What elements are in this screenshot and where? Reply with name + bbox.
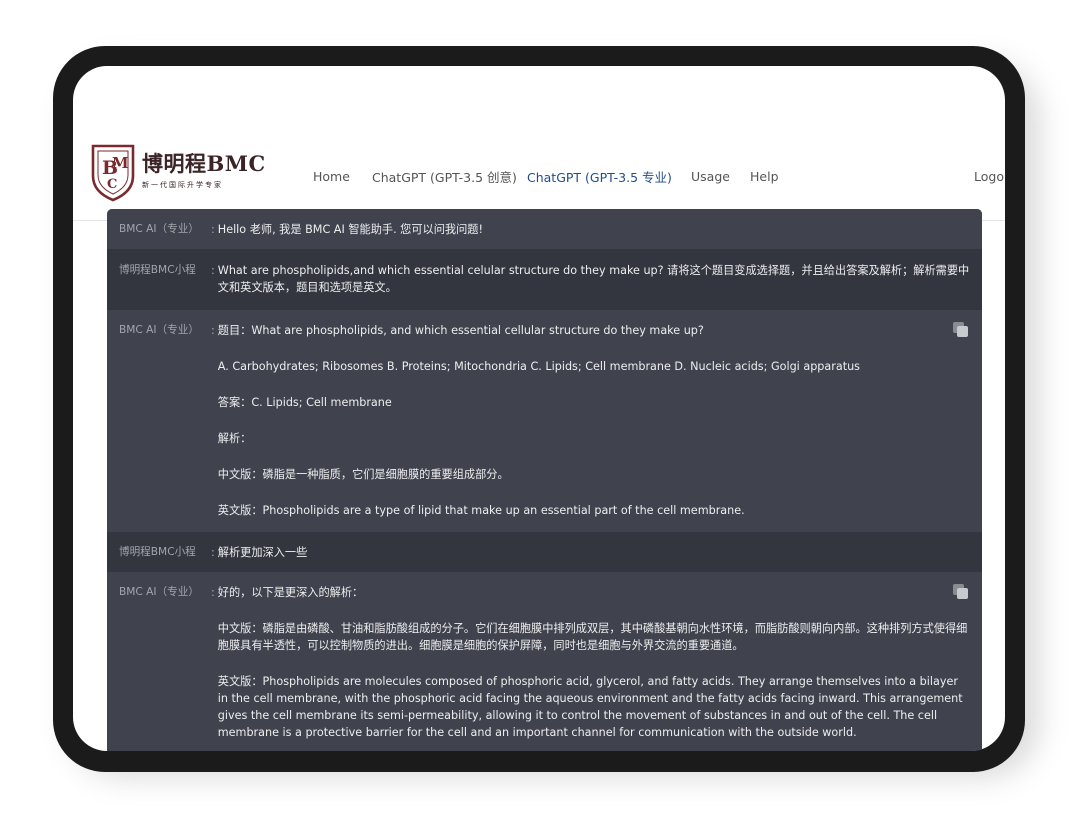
logo-title: 博明程BMC <box>142 151 266 176</box>
message-text: Hello 老师, 我是 BMC AI 智能助手. 您可以问我问题! <box>217 222 483 236</box>
nav-help[interactable]: Help <box>750 132 779 220</box>
chat-message-ai: BMC AI（专业） : Hello 老师, 我是 BMC AI 智能助手. 您… <box>107 209 982 249</box>
logo-wordmark[interactable]: 博明程BMC 新一代国际升学专家 <box>142 148 266 190</box>
user-speaker-label: 博明程BMC小程 <box>119 545 196 558</box>
nav-chatgpt-pro[interactable]: ChatGPT (GPT-3.5 专业) <box>527 132 672 220</box>
nav-usage[interactable]: Usage <box>691 132 730 220</box>
question-text: 题目：What are phospholipids, and which ess… <box>217 324 704 337</box>
message-text: What are phospholipids,and which essenti… <box>217 264 970 294</box>
copy-icon[interactable] <box>953 584 968 599</box>
svg-text:C: C <box>107 177 117 192</box>
svg-text:M: M <box>112 154 129 172</box>
analysis-zh: 中文版：磷脂是一种脂质，它们是细胞膜的重要组成部分。 <box>217 468 509 481</box>
nav-home[interactable]: Home <box>313 132 350 220</box>
reply-intro: 好的，以下是更深入的解析： <box>217 586 364 599</box>
chat-message-user: 博明程BMC小程 : 解析更加深入一些 <box>107 532 982 572</box>
answer-text: 答案：C. Lipids; Cell membrane <box>217 396 392 409</box>
nav-logout[interactable]: Logout <box>974 132 1005 220</box>
ai-speaker-label: BMC AI（专业） <box>119 222 199 235</box>
analysis-label: 解析： <box>217 432 252 445</box>
analysis-en: 英文版：Phospholipids are a type of lipid th… <box>217 504 745 517</box>
tablet-frame: B M C 博明程BMC 新一代国际升学专家 Home ChatGPT (GPT… <box>53 46 1025 772</box>
nav-chatgpt-creative[interactable]: ChatGPT (GPT-3.5 创意) <box>372 132 517 220</box>
ai-speaker-label: BMC AI（专业） <box>119 586 199 598</box>
tablet-screen: B M C 博明程BMC 新一代国际升学专家 Home ChatGPT (GPT… <box>73 66 1005 751</box>
copy-icon[interactable] <box>953 322 968 337</box>
message-text: 解析更加深入一些 <box>217 545 308 559</box>
message-body: 题目：What are phospholipids, and which ess… <box>218 322 970 532</box>
chat-message-ai: BMC AI（专业） : 题目：What are phospholipids, … <box>107 310 982 532</box>
logo-subtitle: 新一代国际升学专家 <box>142 181 223 189</box>
ai-speaker-label: BMC AI（专业） <box>119 324 199 336</box>
bmc-logo-icon: B M C <box>91 144 135 202</box>
options-text: A. Carbohydrates; Ribosomes B. Proteins;… <box>217 360 861 373</box>
analysis-zh: 中文版：磷脂是由磷酸、甘油和脂肪酸组成的分子。它们在细胞膜中排列成双层，其中磷酸… <box>217 622 968 652</box>
chat-message-user: 博明程BMC小程 : What are phospholipids,and wh… <box>107 249 982 310</box>
message-body: 好的，以下是更深入的解析： 中文版：磷脂是由磷酸、甘油和脂肪酸组成的分子。它们在… <box>218 584 970 751</box>
chat-message-ai: BMC AI（专业） : 好的，以下是更深入的解析： 中文版：磷脂是由磷酸、甘油… <box>107 572 982 751</box>
chat-log: BMC AI（专业） : Hello 老师, 我是 BMC AI 智能助手. 您… <box>107 209 982 751</box>
analysis-en: 英文版：Phospholipids are molecules composed… <box>217 675 963 739</box>
user-speaker-label: 博明程BMC小程 <box>119 264 196 276</box>
top-navbar: B M C 博明程BMC 新一代国际升学专家 Home ChatGPT (GPT… <box>73 132 1005 221</box>
